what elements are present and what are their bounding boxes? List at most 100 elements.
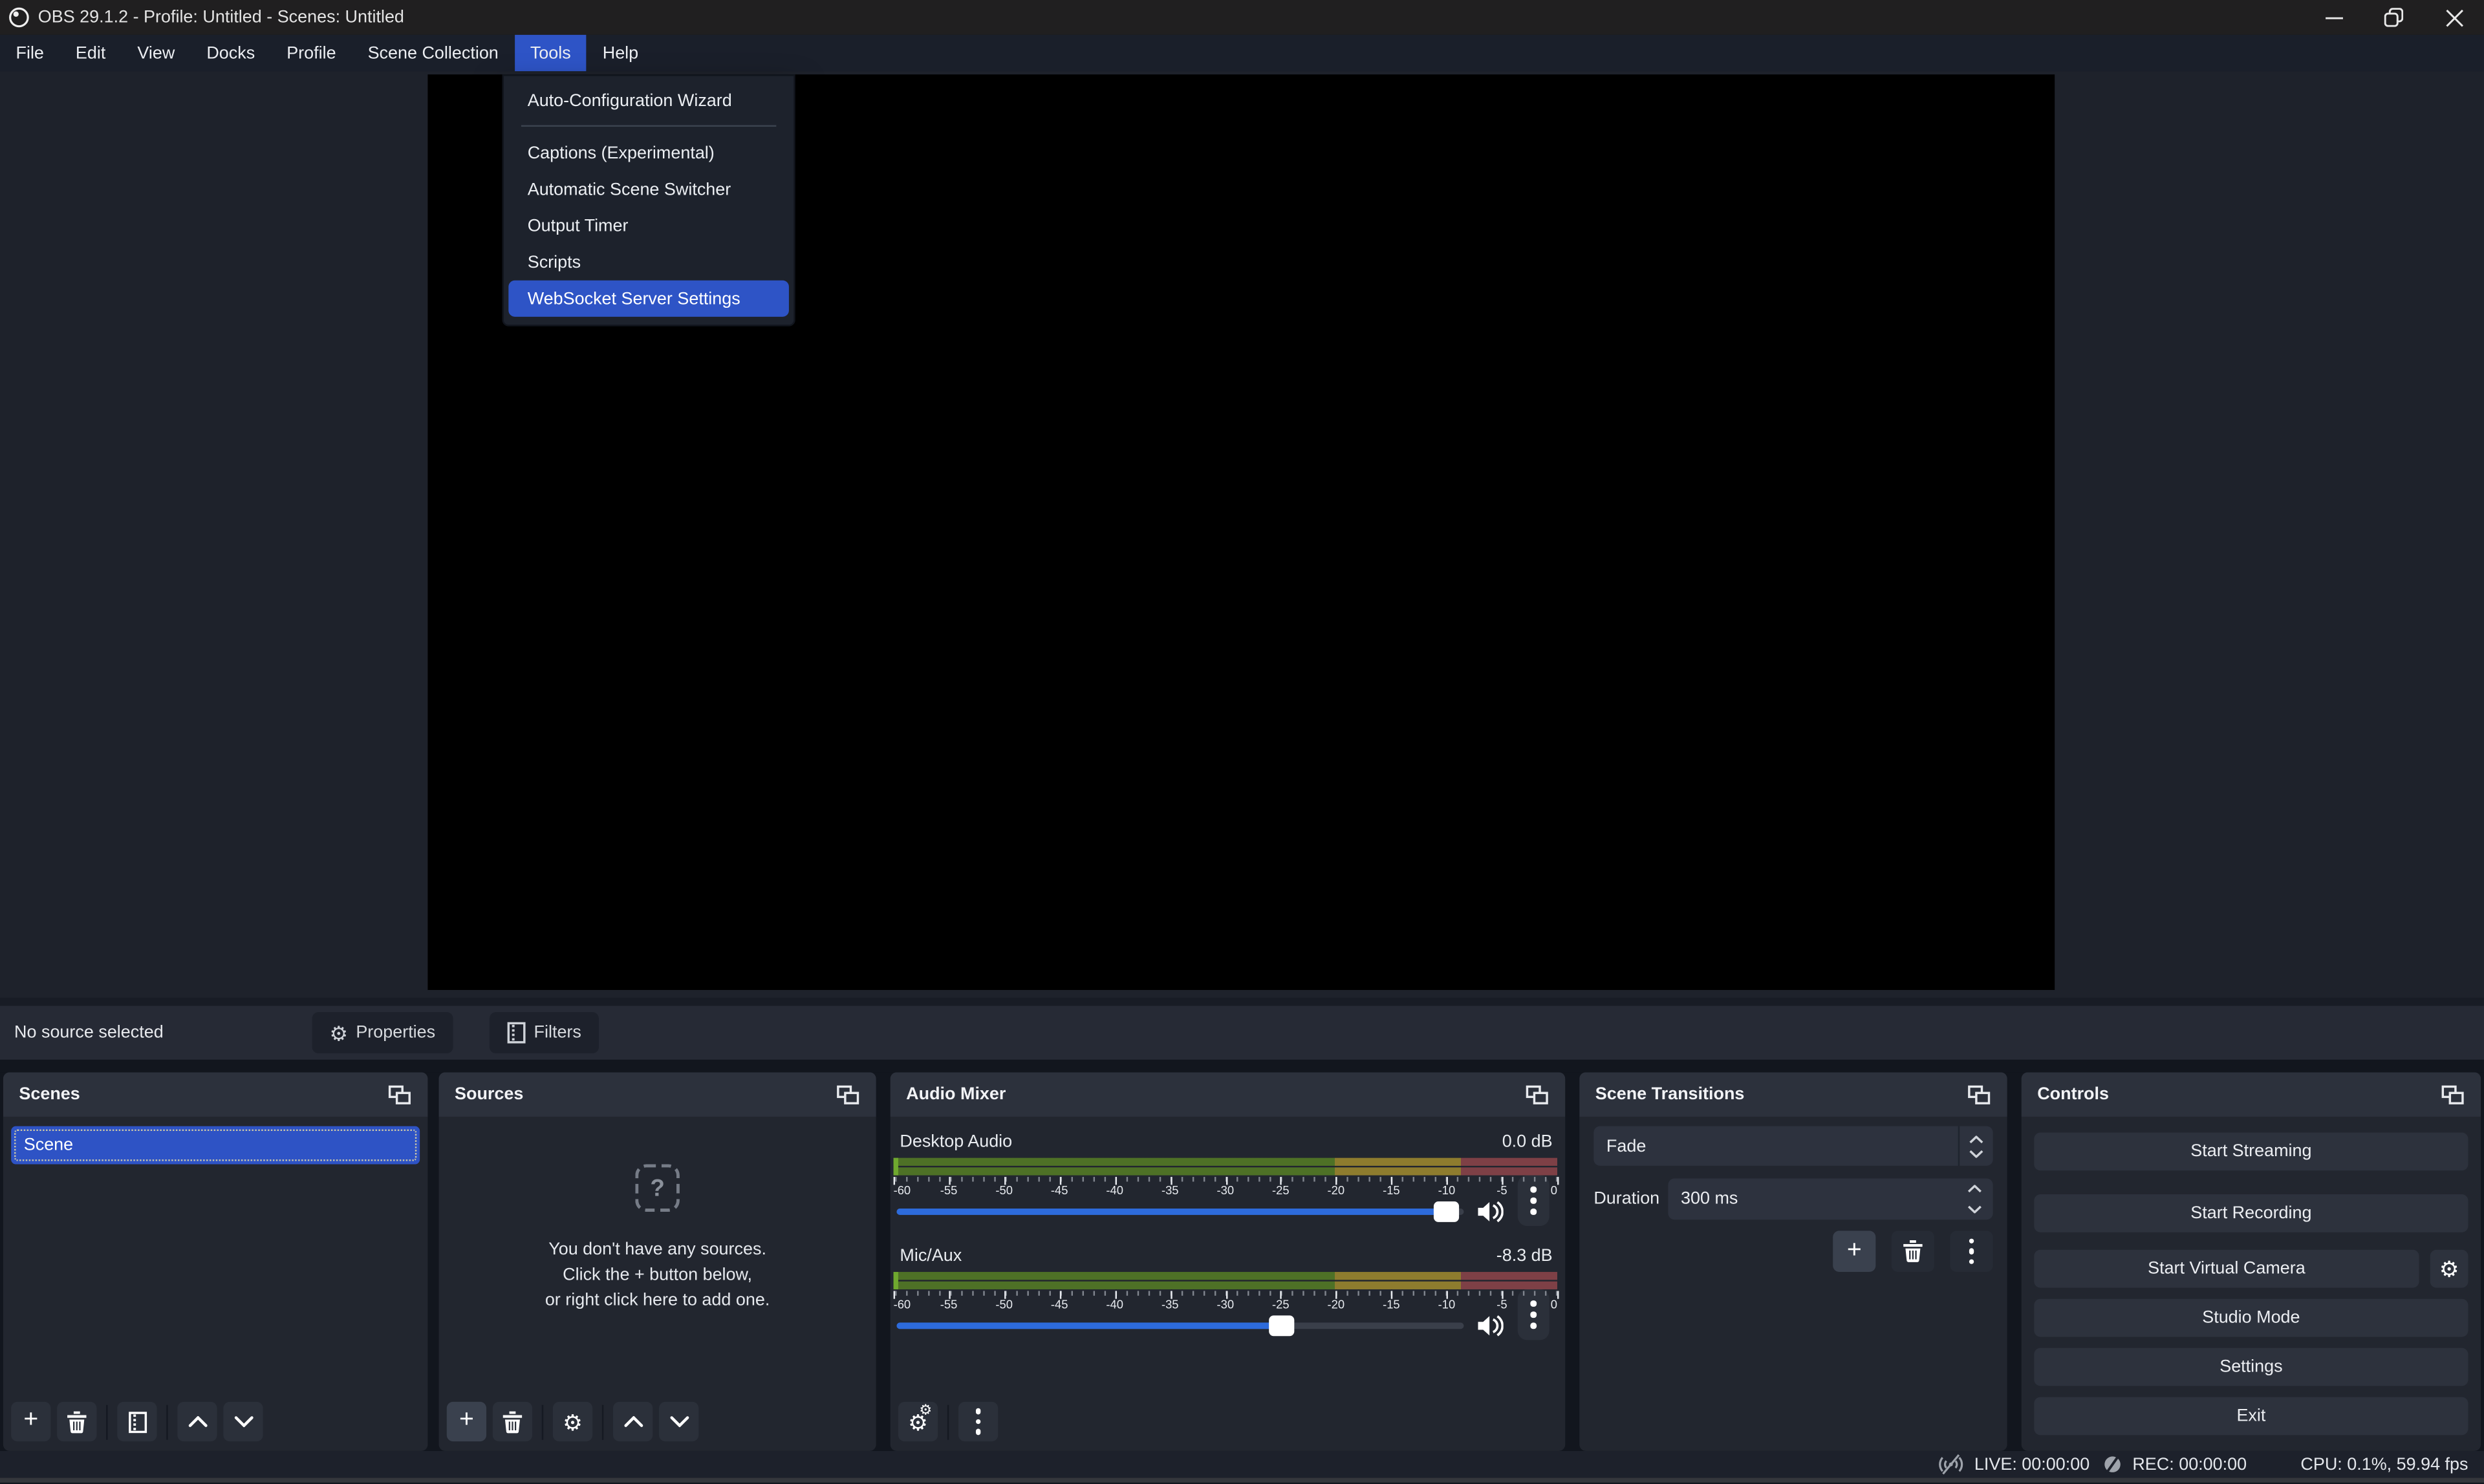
channel-level-db: 0.0 dB: [1502, 1132, 1553, 1151]
menu-profile[interactable]: Profile: [271, 35, 352, 71]
advanced-audio-properties-button[interactable]: ⚙⚙: [898, 1402, 938, 1441]
popout-icon[interactable]: [1526, 1084, 1550, 1105]
popout-icon[interactable]: [1967, 1084, 1991, 1105]
controls-dock-header[interactable]: Controls: [2022, 1072, 2481, 1117]
settings-button[interactable]: Settings: [2034, 1348, 2468, 1386]
add-source-button[interactable]: +: [447, 1402, 486, 1441]
restore-button[interactable]: [2364, 0, 2424, 35]
sources-dock-header[interactable]: Sources: [439, 1072, 876, 1117]
remove-scene-button[interactable]: [57, 1402, 96, 1441]
move-scene-down-button[interactable]: [223, 1402, 263, 1441]
studio-mode-button[interactable]: Studio Mode: [2034, 1299, 2468, 1337]
minimize-button[interactable]: [2304, 0, 2364, 35]
toolbar-separator: [602, 1404, 603, 1439]
meter-peak-indicator: [894, 1158, 898, 1176]
source-toolbar: No source selected ⚙ Properties Filters: [0, 1006, 2484, 1060]
source-status-text: No source selected: [14, 1023, 164, 1042]
window-title: OBS 29.1.2 - Profile: Untitled - Scenes:…: [38, 8, 404, 27]
tools-menu-item-scripts[interactable]: Scripts: [508, 244, 789, 280]
meter-bar-right: [894, 1282, 1557, 1289]
move-scene-up-button[interactable]: [177, 1402, 217, 1441]
channel-name: Desktop Audio: [900, 1132, 1012, 1151]
start-streaming-button[interactable]: Start Streaming: [2034, 1132, 2468, 1170]
transition-selected-value: Fade: [1606, 1137, 1646, 1156]
close-button[interactable]: [2424, 0, 2484, 35]
question-mark-icon: ?: [635, 1164, 680, 1211]
volume-slider[interactable]: [896, 1322, 1463, 1329]
scene-filters-button[interactable]: [117, 1402, 157, 1441]
menu-help[interactable]: Help: [587, 35, 654, 71]
channel-name: Mic/Aux: [900, 1247, 962, 1265]
tools-menu-item-captions[interactable]: Captions (Experimental): [508, 134, 789, 171]
speaker-icon[interactable]: [1478, 1315, 1503, 1337]
scenes-dock-header[interactable]: Scenes: [3, 1072, 427, 1117]
add-scene-button[interactable]: +: [11, 1402, 50, 1441]
tools-menu-item-auto-configuration-wizard[interactable]: Auto-Configuration Wizard: [508, 82, 789, 118]
chevron-down-icon[interactable]: [1967, 1205, 1982, 1213]
scene-transitions-dock-header[interactable]: Scene Transitions: [1579, 1072, 2007, 1117]
meter-bar-right: [894, 1167, 1557, 1175]
move-source-down-button[interactable]: [659, 1402, 698, 1441]
sources-toolbar: + ⚙: [447, 1402, 698, 1441]
virtual-camera-settings-button[interactable]: ⚙: [2430, 1250, 2468, 1288]
menu-scene-collection[interactable]: Scene Collection: [352, 35, 514, 71]
add-transition-button[interactable]: +: [1833, 1231, 1875, 1272]
volume-meter: [894, 1158, 1557, 1176]
transition-options-button[interactable]: [1950, 1231, 1993, 1272]
scenes-dock: Scenes Scene +: [3, 1072, 427, 1450]
menu-tools[interactable]: Tools: [514, 35, 587, 71]
menu-view[interactable]: View: [122, 35, 191, 71]
mixer-options-button[interactable]: [958, 1402, 998, 1441]
scenes-toolbar: +: [11, 1402, 263, 1441]
meter-scale: -60-55-50-45-40-35-30-25-20-15-10-50: [894, 1291, 1557, 1311]
start-virtual-camera-button[interactable]: Start Virtual Camera: [2034, 1250, 2419, 1288]
scenes-dock-title: Scenes: [19, 1085, 80, 1104]
toolbar-separator: [106, 1404, 107, 1439]
filters-button[interactable]: Filters: [490, 1012, 599, 1053]
audio-mixer-dock-header[interactable]: Audio Mixer: [891, 1072, 1566, 1117]
remove-transition-button[interactable]: [1892, 1231, 1934, 1272]
scenes-list: Scene +: [3, 1117, 427, 1451]
gear-icon: ⚙: [330, 1022, 349, 1043]
menu-separator: [521, 125, 776, 127]
remove-source-button[interactable]: [493, 1402, 532, 1441]
volume-slider-handle[interactable]: [1434, 1201, 1460, 1222]
start-recording-button[interactable]: Start Recording: [2034, 1194, 2468, 1232]
chevron-up-icon[interactable]: [1967, 1185, 1982, 1192]
scene-list-item[interactable]: Scene: [11, 1126, 420, 1165]
tools-menu-item-automatic-scene-switcher[interactable]: Automatic Scene Switcher: [508, 171, 789, 208]
rec-time-text: REC: 00:00:00: [2132, 1455, 2247, 1474]
menu-file[interactable]: File: [0, 35, 59, 71]
popout-icon[interactable]: [836, 1084, 860, 1105]
scene-transitions-dock-title: Scene Transitions: [1595, 1085, 1745, 1104]
sources-dock: Sources ? You don't have any sources. Cl…: [439, 1072, 876, 1450]
window-bottom-edge: [0, 1478, 2484, 1482]
popout-icon[interactable]: [388, 1084, 412, 1105]
properties-button[interactable]: ⚙ Properties: [312, 1012, 453, 1053]
obs-window: OBS 29.1.2 - Profile: Untitled - Scenes:…: [0, 0, 2484, 1484]
stream-inactive-icon: [1938, 1454, 1965, 1475]
duration-spinbox[interactable]: 300 ms: [1668, 1179, 1993, 1220]
transition-select[interactable]: Fade: [1593, 1126, 1993, 1166]
menu-edit[interactable]: Edit: [59, 35, 121, 71]
combo-spinner[interactable]: [1958, 1126, 1993, 1166]
tools-menu-item-websocket-server-settings[interactable]: WebSocket Server Settings: [508, 281, 789, 317]
audio-mixer-dock-title: Audio Mixer: [906, 1085, 1006, 1104]
sources-list[interactable]: ? You don't have any sources. Click the …: [439, 1117, 876, 1451]
sources-empty-state: ? You don't have any sources. Click the …: [439, 1164, 876, 1313]
exit-button[interactable]: Exit: [2034, 1397, 2468, 1436]
properties-button-label: Properties: [356, 1023, 435, 1042]
move-source-up-button[interactable]: [613, 1402, 653, 1441]
tools-menu-item-output-timer[interactable]: Output Timer: [508, 208, 789, 244]
menu-docks[interactable]: Docks: [191, 35, 271, 71]
volume-slider-handle[interactable]: [1269, 1315, 1295, 1336]
volume-meter: [894, 1272, 1557, 1289]
volume-slider[interactable]: [896, 1209, 1463, 1215]
speaker-icon[interactable]: [1478, 1201, 1503, 1223]
popout-icon[interactable]: [2441, 1084, 2465, 1105]
meter-bar-left: [894, 1158, 1557, 1166]
source-properties-button[interactable]: ⚙: [553, 1402, 592, 1441]
audio-mixer-body: Desktop Audio 0.0 dB -60-55-50-45-40-35-…: [891, 1117, 1566, 1451]
sources-empty-line: Click the + button below,: [563, 1262, 752, 1287]
cpu-fps-text: CPU: 0.1%, 59.94 fps: [2300, 1455, 2468, 1474]
